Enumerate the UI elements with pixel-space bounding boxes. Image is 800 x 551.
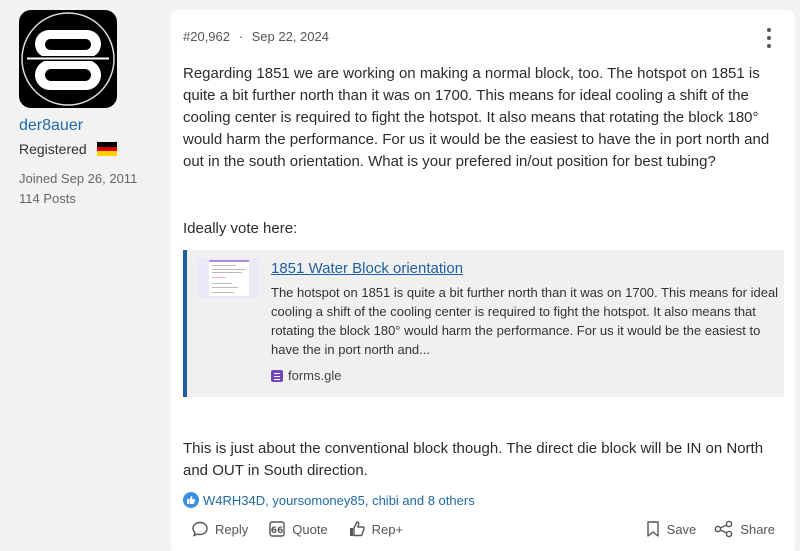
- preview-thumbnail[interactable]: [197, 258, 259, 298]
- link-preview[interactable]: 1851 Water Block orientation The hotspot…: [183, 250, 784, 397]
- preview-source[interactable]: forms.gle: [271, 367, 341, 385]
- share-icon: [714, 520, 733, 538]
- post-number[interactable]: #20,962: [183, 29, 230, 44]
- quote-icon: 66: [269, 521, 285, 537]
- like-icon: [183, 492, 199, 508]
- rep-button[interactable]: Rep+: [348, 520, 403, 538]
- save-button[interactable]: Save: [645, 520, 697, 538]
- reactions-summary[interactable]: W4RH34D, yoursomoney85, chibi and 8 othe…: [183, 492, 475, 508]
- preview-title-link[interactable]: 1851 Water Block orientation: [271, 259, 463, 279]
- quote-button[interactable]: 66 Quote: [268, 520, 328, 538]
- post-count: 114 Posts: [19, 191, 76, 206]
- svg-text:66: 66: [271, 526, 284, 536]
- reply-label: Reply: [215, 521, 249, 537]
- der8auer-logo-icon: [21, 12, 115, 106]
- reply-button[interactable]: Reply: [191, 520, 248, 538]
- thumbs-up-icon: [349, 521, 365, 537]
- post-date[interactable]: Sep 22, 2024: [252, 29, 329, 44]
- join-date: Joined Sep 26, 2011: [19, 171, 138, 186]
- post-paragraph-2: Ideally vote here:: [183, 220, 298, 237]
- post-actions-right: Save Share: [627, 520, 775, 538]
- post-card: #20,962 · Sep 22, 2024 Regarding 1851 we…: [171, 10, 795, 551]
- google-forms-icon: [271, 370, 283, 382]
- reply-bubble-icon: [192, 521, 208, 537]
- user-role: Registered: [19, 141, 87, 157]
- preview-description: The hotspot on 1851 is quite a bit furth…: [271, 285, 779, 357]
- post-paragraph-1: Regarding 1851 we are working on making …: [183, 65, 770, 170]
- more-options-icon[interactable]: [765, 28, 773, 48]
- share-label: Share: [740, 521, 775, 537]
- username-link[interactable]: der8auer: [19, 116, 159, 136]
- author-sidebar: der8auer Registered Joined Sep 26, 2011 …: [19, 10, 159, 209]
- share-button[interactable]: Share: [714, 520, 775, 538]
- bookmark-icon: [646, 521, 659, 537]
- quote-label: Quote: [292, 521, 328, 537]
- reactions-users: W4RH34D, yoursomoney85, chibi and 8 othe…: [203, 492, 475, 508]
- header-separator: ·: [238, 29, 243, 44]
- post-actions-left: Reply 66 Quote Rep+: [191, 520, 423, 538]
- avatar[interactable]: [19, 10, 117, 108]
- rep-label: Rep+: [371, 521, 404, 537]
- post-header: #20,962 · Sep 22, 2024: [183, 29, 329, 44]
- germany-flag-icon: [96, 142, 117, 156]
- preview-source-domain: forms.gle: [288, 368, 342, 383]
- post-paragraph-3: This is just about the conventional bloc…: [183, 440, 764, 479]
- save-label: Save: [666, 521, 697, 537]
